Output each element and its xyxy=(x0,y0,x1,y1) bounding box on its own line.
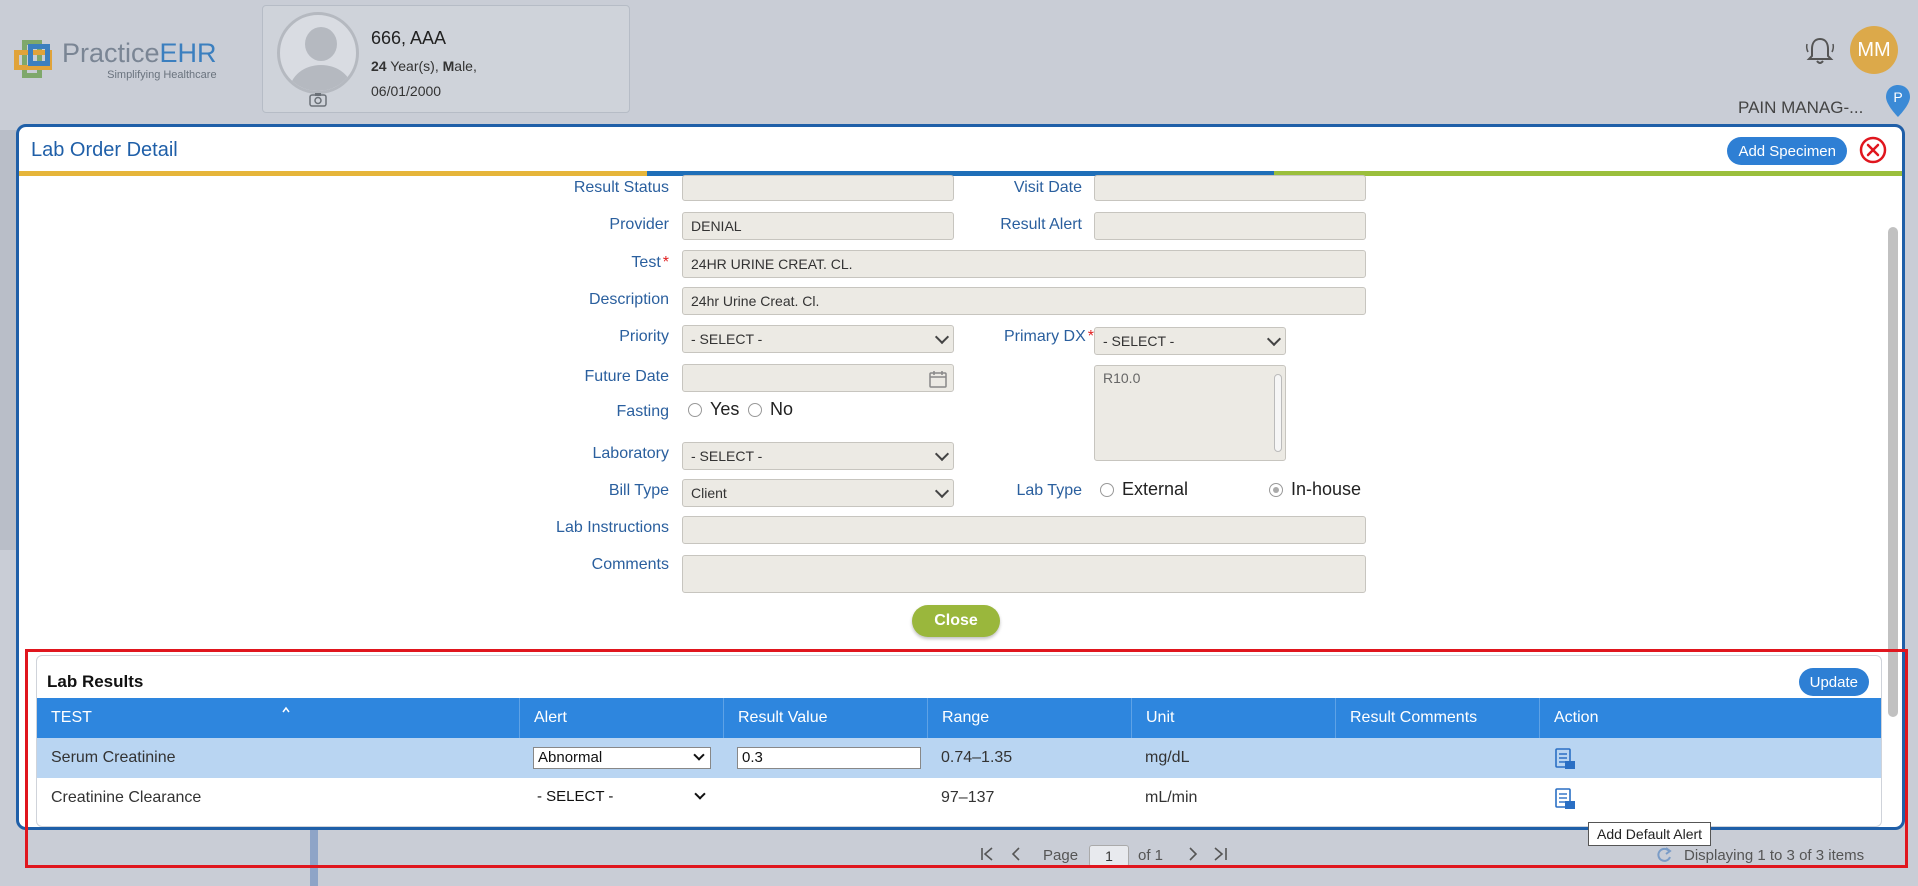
table-row[interactable]: Creatinine Clearance - SELECT - 97–137 m… xyxy=(37,778,1881,818)
result-status-label: Result Status xyxy=(573,179,669,196)
cell-range: 97–137 xyxy=(941,789,995,806)
refresh-icon[interactable] xyxy=(1655,846,1673,868)
close-button[interactable]: Close xyxy=(912,605,1000,637)
priority-label: Priority xyxy=(619,328,669,345)
facility-name[interactable]: PAIN MANAG-... xyxy=(1738,98,1863,118)
result-alert-label: Result Alert xyxy=(1000,216,1082,233)
location-pin-icon[interactable]: P xyxy=(1885,84,1911,118)
add-specimen-button[interactable]: Add Specimen xyxy=(1727,137,1847,165)
dx-list-item[interactable]: R10.0 xyxy=(1103,370,1140,386)
page-number-input[interactable]: 1 xyxy=(1089,845,1129,867)
lab-type-inhouse-radio[interactable]: In-house xyxy=(1269,479,1361,500)
lab-results-title: Lab Results xyxy=(47,672,144,691)
prev-page-icon[interactable] xyxy=(1010,846,1022,866)
sort-up-icon xyxy=(282,706,290,713)
lab-results-panel: Lab Results Update TEST Alert Result Val… xyxy=(36,655,1882,827)
chevron-down-icon xyxy=(934,446,950,462)
chevron-down-icon xyxy=(1266,331,1282,347)
logo-tagline: Simplifying Healthcare xyxy=(107,69,217,81)
app-logo[interactable]: PracticeEHR Simplifying Healthcare xyxy=(14,40,217,82)
lab-results-header: TEST Alert Result Value Range Unit Resul… xyxy=(37,698,1881,738)
bill-type-label: Bill Type xyxy=(608,482,669,499)
user-avatar[interactable]: MM xyxy=(1850,26,1898,74)
next-page-icon[interactable] xyxy=(1187,846,1199,866)
future-date-field[interactable] xyxy=(682,364,954,392)
future-date-label: Future Date xyxy=(584,368,669,385)
cell-result-comments xyxy=(1335,738,1349,778)
primary-dx-label: Primary DX * xyxy=(1003,328,1094,345)
logo-cross-icon xyxy=(14,40,56,82)
modal-scrollbar[interactable] xyxy=(1888,227,1898,717)
fasting-no-radio[interactable]: No xyxy=(748,399,793,420)
bell-icon[interactable] xyxy=(1803,34,1837,68)
column-header-result-comments[interactable]: Result Comments xyxy=(1335,698,1539,738)
logo-name-part1: Practice xyxy=(62,38,160,68)
header-color-stripe xyxy=(19,171,1902,176)
patient-demographics: 24 Year(s), Male, 06/01/2000 xyxy=(371,54,477,104)
column-header-action[interactable]: Action xyxy=(1539,698,1881,738)
lab-type-label: Lab Type xyxy=(1016,482,1082,499)
page-label: Page xyxy=(1043,847,1079,864)
comments-label: Comments xyxy=(591,556,669,573)
column-header-result-value[interactable]: Result Value xyxy=(723,698,927,738)
chevron-down-icon xyxy=(694,788,706,800)
logo-name-part2: EHR xyxy=(159,38,217,68)
cell-unit: mL/min xyxy=(1145,789,1198,806)
cell-result-comments xyxy=(1335,778,1349,818)
lab-instructions-label: Lab Instructions xyxy=(556,519,669,536)
cell-test: Serum Creatinine xyxy=(51,749,176,766)
cell-result-value[interactable] xyxy=(737,778,751,818)
laboratory-label: Laboratory xyxy=(592,445,670,462)
visit-date-label: Visit Date xyxy=(1013,179,1082,196)
fasting-yes-radio[interactable]: Yes xyxy=(688,399,739,420)
calendar-icon[interactable] xyxy=(929,370,947,388)
first-page-icon[interactable] xyxy=(980,846,998,866)
comments-field[interactable] xyxy=(682,555,1366,593)
alert-select[interactable]: - SELECT - xyxy=(533,787,711,809)
modal-header: Lab Order Detail Add Specimen xyxy=(19,127,1902,173)
result-value-input[interactable]: 0.3 xyxy=(737,747,921,769)
laboratory-select[interactable]: - SELECT - xyxy=(682,442,954,470)
lab-instructions-field[interactable] xyxy=(682,516,1366,544)
primary-dx-list[interactable]: R10.0 xyxy=(1094,365,1286,461)
pager-summary: Displaying 1 to 3 of 3 items xyxy=(1684,847,1865,864)
visit-date-field[interactable] xyxy=(1094,175,1366,201)
dx-list-scrollbar[interactable] xyxy=(1274,374,1282,452)
cell-unit: mg/dL xyxy=(1145,749,1190,766)
column-header-range[interactable]: Range xyxy=(927,698,1131,738)
page-of-label: of 1 xyxy=(1138,847,1164,864)
lab-type-external-radio[interactable]: External xyxy=(1100,479,1188,500)
description-label: Description xyxy=(588,291,669,308)
app-header: PracticeEHR Simplifying Healthcare 666, … xyxy=(0,0,1918,130)
svg-text:P: P xyxy=(1893,89,1902,105)
add-default-alert-tooltip: Add Default Alert xyxy=(1588,822,1712,846)
column-header-unit[interactable]: Unit xyxy=(1131,698,1335,738)
add-alert-icon[interactable] xyxy=(1553,747,1577,771)
camera-icon[interactable] xyxy=(309,92,327,111)
modal-title: Lab Order Detail xyxy=(31,139,178,161)
test-label: Test * xyxy=(631,254,669,271)
provider-label: Provider xyxy=(609,216,669,233)
result-alert-field[interactable] xyxy=(1094,212,1366,240)
cell-range: 0.74–1.35 xyxy=(941,749,1013,766)
fasting-label: Fasting xyxy=(616,403,669,420)
update-button[interactable]: Update xyxy=(1798,668,1869,696)
alert-select[interactable]: Abnormal xyxy=(533,747,711,769)
test-field[interactable]: 24HR URINE CREAT. CL. xyxy=(682,250,1366,278)
close-modal-icon[interactable] xyxy=(1858,135,1888,165)
patient-avatar xyxy=(277,12,359,94)
last-page-icon[interactable] xyxy=(1210,846,1228,866)
cell-test: Creatinine Clearance xyxy=(51,789,202,806)
patient-card[interactable]: 666, AAA 24 Year(s), Male, 06/01/2000 xyxy=(262,5,630,113)
lab-order-detail-modal: Lab Order Detail Add Specimen Result Sta… xyxy=(16,124,1905,830)
patient-name: 666, AAA xyxy=(371,28,447,48)
description-field[interactable]: 24hr Urine Creat. Cl. xyxy=(682,287,1366,315)
primary-dx-select[interactable]: - SELECT - xyxy=(1094,327,1286,355)
column-header-test[interactable]: TEST xyxy=(37,698,519,738)
add-alert-icon[interactable] xyxy=(1553,787,1577,811)
patient-dob: 06/01/2000 xyxy=(371,83,442,99)
table-row[interactable]: Serum Creatinine Abnormal 0.3 0.74–1.35 … xyxy=(37,738,1881,778)
column-header-alert[interactable]: Alert xyxy=(519,698,723,738)
chevron-down-icon xyxy=(693,749,705,761)
